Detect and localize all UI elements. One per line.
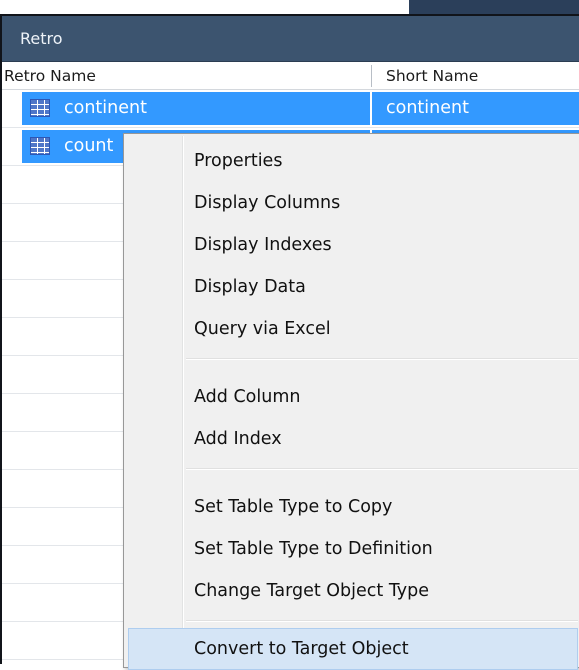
context-menu: Properties Display Columns Display Index… [123, 133, 579, 670]
menu-separator [186, 468, 578, 470]
grid-header: Retro Name Short Name [2, 62, 579, 90]
top-dark-tab [409, 0, 579, 14]
column-header-retro-name[interactable]: Retro Name [4, 62, 96, 90]
retro-name-text: continent [64, 98, 147, 118]
panel-title: Retro [2, 16, 579, 62]
menu-item-display-indexes[interactable]: Display Indexes [128, 224, 578, 266]
menu-item-display-data[interactable]: Display Data [128, 266, 578, 308]
menu-item-set-table-type-copy[interactable]: Set Table Type to Copy [128, 486, 578, 528]
menu-separator [186, 358, 578, 360]
menu-item-query-via-excel[interactable]: Query via Excel [128, 308, 578, 350]
menu-item-display-columns[interactable]: Display Columns [128, 182, 578, 224]
retro-name-text: count [64, 136, 114, 156]
panel-title-text: Retro [20, 29, 63, 48]
menu-item-change-target-object-type[interactable]: Change Target Object Type [128, 570, 578, 612]
menu-item-add-index[interactable]: Add Index [128, 418, 578, 460]
table-row[interactable]: continent continent [2, 90, 579, 128]
menu-item-set-table-type-definition[interactable]: Set Table Type to Definition [128, 528, 578, 570]
table-icon [30, 137, 50, 155]
menu-item-add-column[interactable]: Add Column [128, 376, 578, 418]
menu-item-properties[interactable]: Properties [128, 140, 578, 182]
table-icon [30, 99, 50, 117]
column-divider[interactable] [371, 65, 372, 87]
retro-name-cell[interactable]: continent [22, 92, 370, 125]
top-strip [0, 0, 579, 14]
column-header-short-name[interactable]: Short Name [386, 62, 478, 90]
menu-separator [186, 620, 578, 622]
short-name-cell[interactable]: continent [372, 92, 579, 125]
